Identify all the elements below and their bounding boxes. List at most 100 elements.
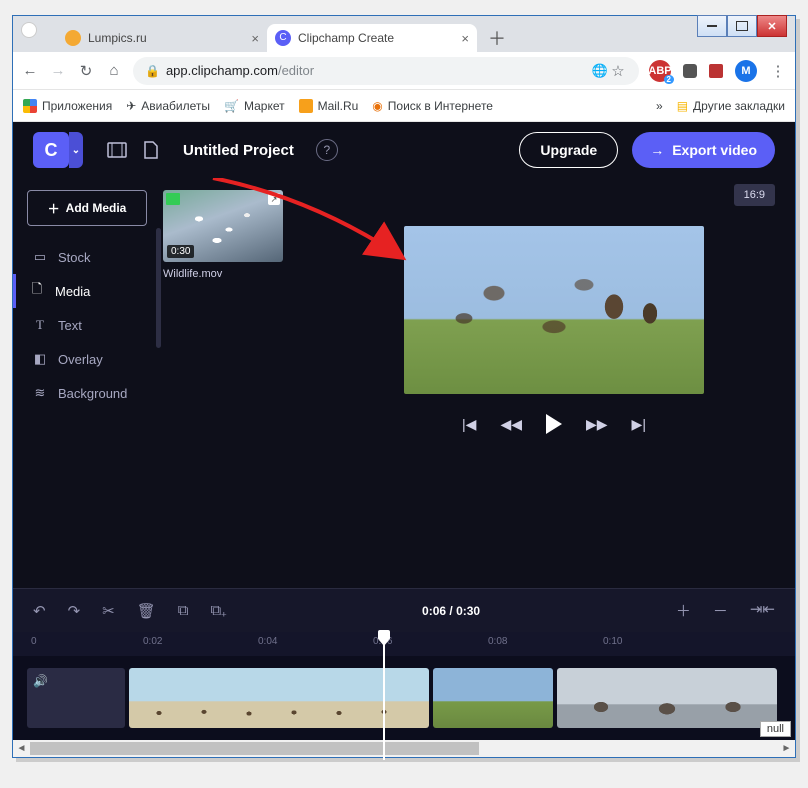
split-button[interactable]: ✂ [102, 602, 115, 620]
window-maximize-button[interactable] [727, 15, 757, 37]
export-label: Export video [672, 142, 757, 158]
profile-avatar[interactable]: M [735, 60, 757, 82]
horizontal-scrollbar[interactable]: ◄ ► [13, 740, 795, 757]
window-controls [697, 15, 787, 37]
scrollbar-thumb[interactable] [30, 742, 479, 755]
delete-button[interactable]: 🗑 [137, 602, 156, 620]
add-media-button[interactable]: ＋ Add Media [27, 190, 147, 226]
url-domain: app.clipchamp.com [166, 63, 278, 78]
play-button[interactable] [546, 414, 562, 434]
browser-menu-icon[interactable]: ⋮ [769, 62, 787, 80]
paste-button[interactable]: ⧉₊ [211, 602, 227, 619]
media-panel: ↗ 0:30 Wildlife.mov [163, 178, 313, 588]
browser-window: Lumpics.ru × C Clipchamp Create × ＋ ← → … [12, 15, 796, 758]
sidebar-scrollbar[interactable] [156, 228, 161, 348]
bookmark-item[interactable]: ✈ Авиабилеты [126, 99, 210, 113]
apps-button[interactable]: Приложения [23, 99, 112, 113]
timeline-ruler[interactable]: 0 0:02 0:04 0:06 0:08 0:10 [13, 632, 795, 656]
timeline-time: 0:06 / 0:30 [422, 604, 480, 618]
scroll-left-button[interactable]: ◄ [13, 740, 30, 757]
tab-favicon [65, 30, 81, 46]
forward-button[interactable]: → [49, 62, 67, 79]
window-close-button[interactable] [757, 15, 787, 37]
fast-forward-button[interactable]: ▶▶ [586, 416, 608, 433]
thumbnail-expand-icon[interactable]: ↗ [268, 193, 280, 205]
zoom-in-button[interactable]: ＋ [676, 600, 691, 621]
sidebar-item-text[interactable]: TText [27, 308, 163, 342]
other-bookmarks[interactable]: ▤Другие закладки [677, 99, 785, 113]
tab-favicon: C [275, 30, 291, 46]
media-thumbnail[interactable]: ↗ 0:30 [163, 190, 283, 262]
extension-icon[interactable] [683, 64, 697, 78]
timeline-toolbar: ↶ ↷ ✂ 🗑 ⧉ ⧉₊ 0:06 / 0:30 ＋ － ⇥⇤ [13, 588, 795, 632]
bookmark-item[interactable]: 🛒Маркет [224, 99, 285, 113]
sidebar-item-background[interactable]: ≋Background [27, 376, 163, 410]
sidebar-item-stock[interactable]: ▭Stock [27, 240, 163, 274]
aspect-ratio-button[interactable]: 16:9 [734, 184, 775, 206]
sidebar-item-overlay[interactable]: ◧Overlay [27, 342, 163, 376]
skip-end-button[interactable]: ▶| [632, 416, 646, 433]
logo-dropdown-icon[interactable]: ⌄ [69, 132, 83, 168]
scroll-right-button[interactable]: ► [778, 740, 795, 757]
tab-title: Lumpics.ru [88, 31, 147, 45]
search-icon: ◉ [372, 99, 382, 113]
tab-clipchamp[interactable]: C Clipchamp Create × [267, 24, 477, 52]
app-logo[interactable]: C⌄ [33, 132, 69, 168]
export-video-button[interactable]: →Export video [632, 132, 775, 168]
scrollbar-track[interactable] [30, 740, 778, 757]
other-bookmarks-label: Другие закладки [693, 99, 785, 113]
new-tab-button[interactable]: ＋ [483, 24, 511, 52]
back-button[interactable]: ← [21, 62, 39, 79]
bookmark-label: Маркет [244, 99, 285, 113]
tab-lumpics[interactable]: Lumpics.ru × [57, 24, 267, 52]
undo-button[interactable]: ↶ [33, 602, 46, 620]
ruler-tick: 0:10 [603, 636, 622, 647]
app-header: C⌄ Untitled Project ? Upgrade →Export vi… [13, 122, 795, 178]
bookmark-star-icon[interactable]: ☆ [609, 62, 627, 80]
home-button[interactable]: ⌂ [105, 62, 123, 79]
bookmarks-bar: Приложения ✈ Авиабилеты 🛒Маркет Mail.Ru ◉… [13, 90, 795, 122]
url-input[interactable]: 🔒 app.clipchamp.com/editor 🌐 ☆ [133, 57, 639, 85]
tab-close-icon[interactable]: × [251, 31, 259, 46]
preview-viewport[interactable] [404, 226, 704, 394]
skip-start-button[interactable]: |◀ [462, 416, 476, 433]
redo-button[interactable]: ↷ [68, 602, 81, 620]
plus-icon: ＋ [48, 200, 60, 217]
timeline-track[interactable]: 🔊 [13, 656, 795, 740]
sidebar-item-media[interactable]: 🗋Media [13, 274, 163, 308]
upgrade-button[interactable]: Upgrade [519, 132, 618, 168]
add-media-label: Add Media [66, 201, 127, 215]
mail-icon [299, 99, 313, 113]
copy-button[interactable]: ⧉ [178, 602, 189, 619]
adblock-extension-icon[interactable]: ABP [649, 60, 671, 82]
sidebar-label: Stock [58, 250, 91, 265]
thumbnail-duration: 0:30 [167, 245, 194, 258]
plane-icon: ✈ [126, 99, 136, 113]
film-icon[interactable] [107, 142, 129, 158]
sidebar-label: Overlay [58, 352, 103, 367]
zoom-out-button[interactable]: － [713, 600, 728, 621]
window-minimize-button[interactable] [697, 15, 727, 37]
media-icon: 🗋 [29, 280, 45, 302]
video-clip[interactable] [557, 668, 777, 728]
rewind-button[interactable]: ◀◀ [500, 416, 522, 433]
audio-clip[interactable]: 🔊 [27, 668, 125, 728]
bookmarks-overflow[interactable]: » [656, 99, 663, 113]
bookmark-item[interactable]: Mail.Ru [299, 99, 359, 113]
file-icon[interactable] [143, 141, 165, 159]
playhead-handle[interactable] [378, 630, 390, 640]
zoom-fit-button[interactable]: ⇥⇤ [750, 600, 775, 621]
project-title[interactable]: Untitled Project [183, 142, 294, 159]
playhead[interactable] [383, 632, 385, 760]
lock-icon: 🔒 [145, 64, 160, 78]
video-clip[interactable] [433, 668, 553, 728]
bookmark-item[interactable]: ◉Поиск в Интернете [372, 99, 493, 113]
bookmark-label: Авиабилеты [141, 99, 210, 113]
translate-icon[interactable]: 🌐 [591, 63, 609, 79]
sidebar-label: Background [58, 386, 127, 401]
reload-button[interactable]: ↻ [77, 62, 95, 80]
tab-close-icon[interactable]: × [461, 31, 469, 46]
tab-title: Clipchamp Create [298, 31, 394, 45]
acrobat-extension-icon[interactable] [709, 64, 723, 78]
help-button[interactable]: ? [316, 139, 338, 161]
